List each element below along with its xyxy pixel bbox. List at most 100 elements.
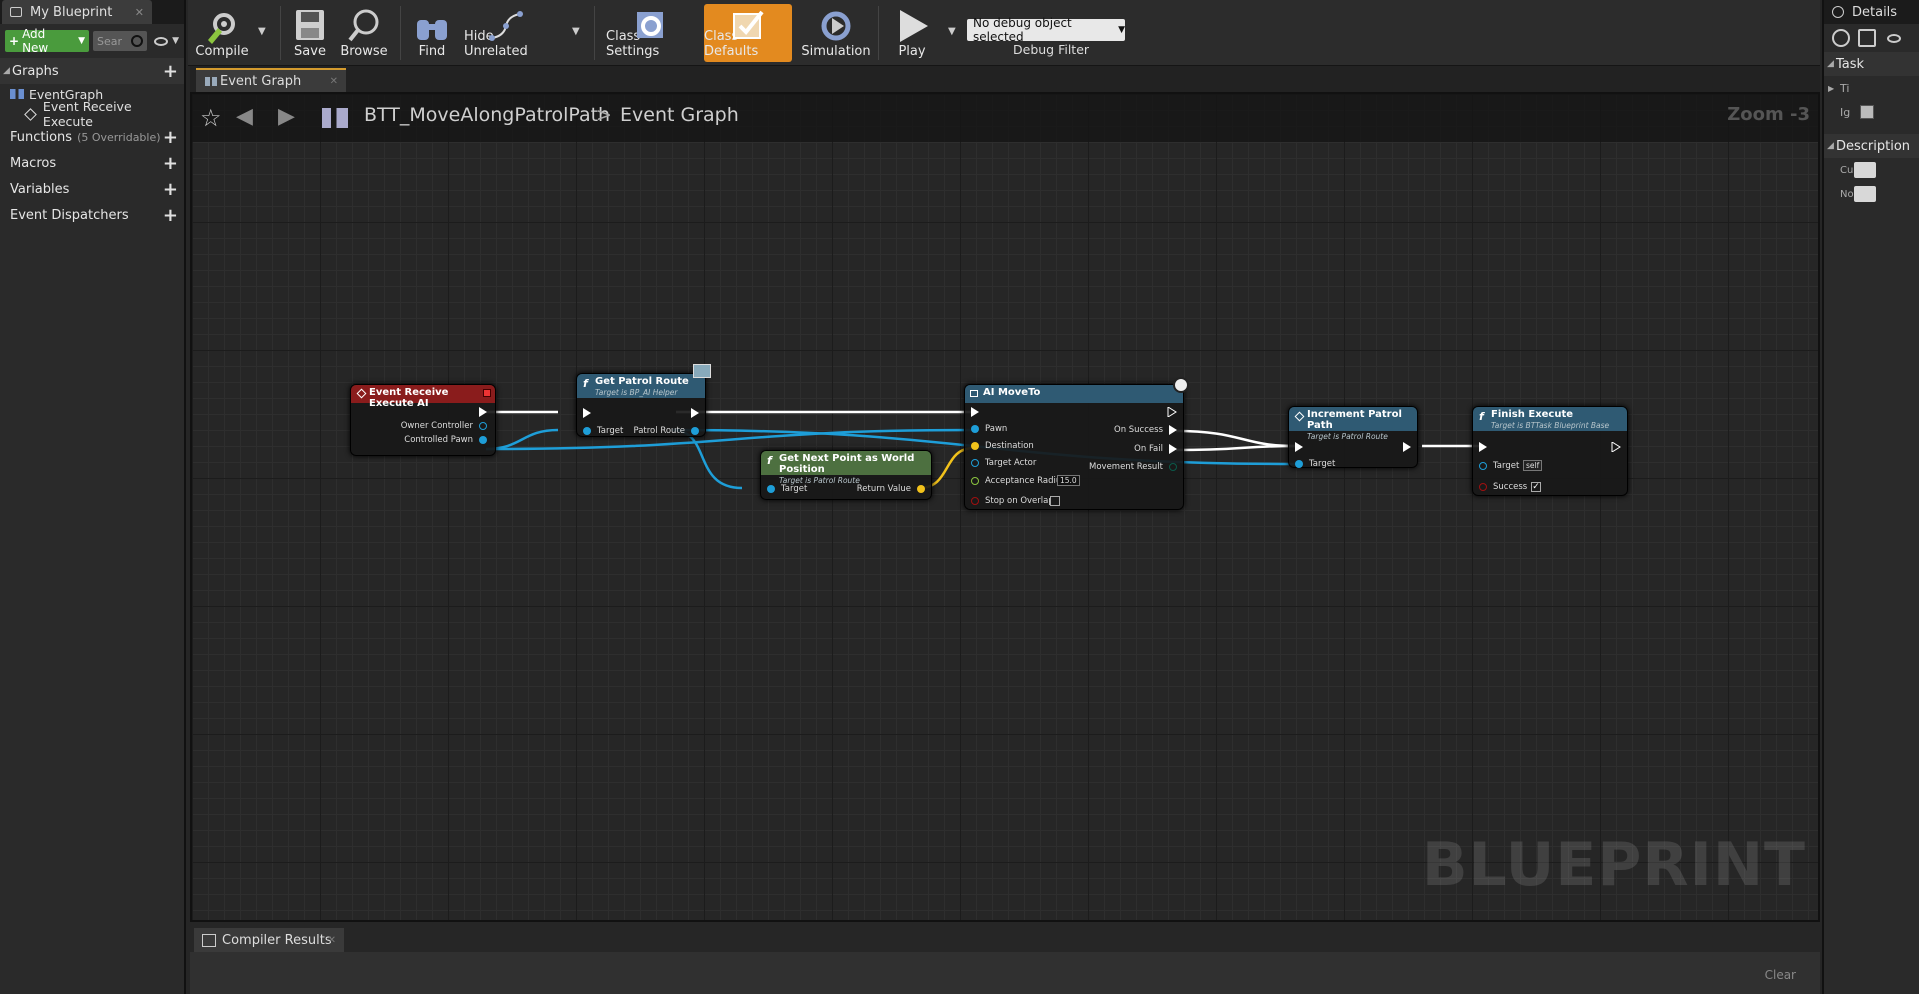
- chevron-down-icon: ▼: [1118, 25, 1125, 35]
- event-dispatchers-section[interactable]: Event Dispatchers +: [0, 202, 184, 228]
- clear-button[interactable]: Clear: [1765, 968, 1796, 982]
- acceptance-radius-input[interactable]: 15.0: [1057, 475, 1080, 486]
- eye-icon[interactable]: [154, 36, 169, 46]
- node-increment-patrol-path[interactable]: Increment Patrol Path Target is Patrol R…: [1288, 406, 1418, 469]
- browse-button[interactable]: Browse: [336, 4, 392, 62]
- exec-in-pin[interactable]: [971, 407, 979, 417]
- exec-out-pin[interactable]: [1167, 407, 1177, 417]
- exec-out-pin[interactable]: [479, 407, 487, 417]
- play-options-chevron-icon[interactable]: ▼: [948, 26, 956, 37]
- node-name-field[interactable]: [1854, 186, 1876, 202]
- play-button[interactable]: Play: [888, 4, 936, 62]
- my-blueprint-tab[interactable]: My Blueprint ✕: [2, 0, 152, 24]
- ignore-checkbox[interactable]: [1860, 105, 1874, 119]
- description-section-label: Description: [1836, 138, 1911, 154]
- stop-on-overlap-pin[interactable]: [971, 497, 979, 505]
- close-icon[interactable]: ✕: [135, 6, 144, 19]
- controlled-pawn-pin[interactable]: [479, 436, 487, 444]
- acceptance-radius-pin[interactable]: [971, 477, 979, 485]
- target-actor-pin[interactable]: [971, 459, 979, 467]
- plus-icon: +: [9, 34, 20, 48]
- add-variable-button[interactable]: +: [163, 179, 178, 200]
- description-section[interactable]: ◢ Description: [1824, 134, 1919, 158]
- search-input[interactable]: Sear: [93, 31, 148, 51]
- target-pin[interactable]: [583, 427, 591, 435]
- functions-section[interactable]: Functions (5 Overridable) +: [0, 124, 184, 150]
- search-icon[interactable]: [1832, 29, 1850, 47]
- compile-options-chevron-icon[interactable]: ▼: [258, 26, 266, 37]
- toolbar-separator: [400, 6, 401, 60]
- success-checkbox[interactable]: ✓: [1531, 482, 1541, 492]
- class-settings-button[interactable]: Class Settings: [606, 4, 692, 62]
- find-label: Find: [418, 44, 446, 59]
- find-binoculars-icon: [417, 20, 447, 40]
- close-icon[interactable]: ✕: [330, 76, 338, 87]
- add-new-button[interactable]: + Add New ▼: [5, 27, 90, 55]
- patrol-route-pin[interactable]: [691, 427, 699, 435]
- compiler-results-icon: [202, 933, 216, 947]
- node-get-next-point[interactable]: f Get Next Point as World Position Targe…: [760, 450, 932, 500]
- add-graph-button[interactable]: +: [163, 61, 178, 82]
- expand-arrow-icon[interactable]: ▶: [1828, 84, 1834, 93]
- tab-compiler-results[interactable]: Compiler Results ✕: [194, 928, 344, 952]
- simulation-button[interactable]: Simulation: [800, 4, 872, 62]
- node-ai-moveto[interactable]: AI MoveTo Pawn Destination Target Actor …: [964, 377, 1189, 510]
- destination-pin[interactable]: [971, 442, 979, 450]
- node-title: Get Next Point as World Position: [779, 453, 915, 475]
- add-macro-button[interactable]: +: [163, 153, 178, 174]
- pawn-pin[interactable]: [971, 425, 979, 433]
- target-pin[interactable]: [1479, 462, 1487, 470]
- main-toolbar: Compile ▼ Save Browse Find Hide Unrelate…: [188, 0, 1820, 66]
- hide-unrelated-button[interactable]: Hide Unrelated: [464, 4, 548, 62]
- target-pin[interactable]: [1295, 460, 1303, 468]
- latent-clock-icon: [1173, 377, 1189, 393]
- exec-in-pin[interactable]: [1295, 442, 1303, 452]
- details-tab-label: Details: [1852, 4, 1898, 20]
- event-delegate-pin[interactable]: [483, 389, 491, 397]
- add-event-dispatcher-button[interactable]: +: [163, 205, 178, 226]
- exec-in-pin[interactable]: [1479, 442, 1487, 452]
- task-section[interactable]: ◢ Task: [1824, 52, 1919, 76]
- owner-controller-pin[interactable]: [479, 422, 487, 430]
- tree-item-event-receive-execute[interactable]: Event Receive Execute: [0, 99, 184, 129]
- return-value-pin[interactable]: [917, 485, 925, 493]
- hide-unrelated-chevron-icon[interactable]: ▼: [572, 26, 580, 37]
- on-fail-pin[interactable]: [1169, 444, 1177, 454]
- debug-object-select[interactable]: No debug object selected ▼: [967, 16, 1125, 44]
- close-icon[interactable]: ✕: [328, 935, 336, 946]
- pin-label: Stop on Overlap: [985, 496, 1054, 506]
- exec-out-pin[interactable]: [691, 408, 699, 418]
- stop-on-overlap-checkbox[interactable]: [1050, 496, 1060, 506]
- variables-section[interactable]: Variables +: [0, 176, 184, 202]
- node-event-receive-execute-ai[interactable]: Event Receive Execute AI Owner Controlle…: [350, 384, 496, 456]
- exec-out-pin[interactable]: [1611, 442, 1621, 452]
- tab-event-graph[interactable]: Event Graph ✕: [196, 68, 346, 92]
- macros-section[interactable]: Macros +: [0, 150, 184, 176]
- macros-label: Macros: [10, 155, 57, 171]
- target-pin[interactable]: [767, 485, 775, 493]
- eye-icon[interactable]: [1887, 33, 1901, 43]
- exec-in-pin[interactable]: [583, 408, 591, 418]
- task-row: Ig: [1824, 100, 1919, 124]
- custom-description-field[interactable]: [1854, 162, 1876, 178]
- description-row-label: Cu: [1840, 164, 1854, 176]
- graphs-section[interactable]: ◢ Graphs +: [0, 58, 184, 84]
- class-defaults-button[interactable]: Class Defaults: [704, 4, 792, 62]
- event-dispatchers-label: Event Dispatchers: [10, 207, 129, 223]
- graph-canvas[interactable]: ☆ ◀ ▶ BTT_MoveAlongPatrolPath > Event Gr…: [190, 92, 1820, 922]
- compile-button[interactable]: Compile: [192, 4, 252, 62]
- on-success-pin[interactable]: [1169, 425, 1177, 435]
- description-row: Cu: [1824, 158, 1919, 182]
- save-button[interactable]: Save: [288, 4, 332, 62]
- details-tab[interactable]: Details: [1824, 0, 1919, 24]
- node-finish-execute[interactable]: f Finish Execute Target is BTTask Bluepr…: [1472, 406, 1628, 496]
- node-get-patrol-route[interactable]: f Get Patrol Route Target is BP_AI Helpe…: [576, 364, 711, 437]
- success-pin[interactable]: [1479, 483, 1487, 491]
- grid-view-icon[interactable]: [1858, 29, 1876, 47]
- add-function-button[interactable]: +: [163, 127, 178, 148]
- find-button[interactable]: Find: [410, 4, 454, 62]
- chevron-down-icon[interactable]: ▼: [172, 36, 179, 46]
- exec-out-pin[interactable]: [1403, 442, 1411, 452]
- object-wire: [485, 428, 559, 451]
- movement-result-pin[interactable]: [1169, 463, 1177, 471]
